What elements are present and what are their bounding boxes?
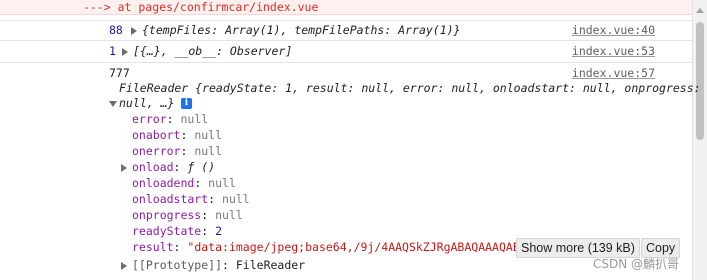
property-value: "data:image/jpeg;base64,/9j/4AAQSkZJRgAB… <box>187 240 517 254</box>
log-entry: 1 [{…}, __ob__: Observer] index.vue:53 <box>0 43 693 59</box>
property-row-result: result: "data:image/jpeg;base64,/9j/4AAQ… <box>132 239 517 255</box>
log-message: 777 <box>109 66 130 80</box>
property-row: onabort: null <box>132 128 223 142</box>
source-link[interactable]: index.vue:57 <box>572 65 655 81</box>
property-row-onload[interactable]: onload: ƒ () <box>121 159 215 175</box>
property-value: null <box>222 192 250 206</box>
log-entry: 88 {tempFiles: Array(1), tempFilePaths: … <box>0 22 693 38</box>
property-key: result <box>132 240 174 254</box>
expand-triangle-icon[interactable] <box>121 261 127 270</box>
watermark: CSDN @麟扒哥 <box>593 257 680 271</box>
expand-triangle-icon[interactable] <box>122 47 128 56</box>
property-key: onerror <box>132 144 181 158</box>
property-key: readyState <box>132 224 202 238</box>
property-value: null <box>180 112 209 126</box>
filereader-summary-line1: FileReader {readyState: 1, result: null,… <box>119 81 701 95</box>
property-value: null <box>194 128 223 142</box>
property-row: onprogress: null <box>132 208 243 222</box>
property-row: onloadend: null <box>132 176 236 190</box>
property-value: null <box>215 208 243 222</box>
source-link[interactable]: index.vue:53 <box>572 43 655 59</box>
property-row: onerror: null <box>132 144 223 158</box>
log-divider <box>0 20 693 21</box>
prototype-row[interactable]: [[Prototype]]: FileReader <box>121 257 305 273</box>
property-key: onload <box>132 160 174 174</box>
property-value: ƒ () <box>187 160 216 174</box>
property-row: readyState: 2 <box>132 224 223 238</box>
repeat-count: 88 <box>109 23 123 37</box>
log-entry: 777 index.vue:57 <box>0 65 693 81</box>
prototype-key: [[Prototype]] <box>132 258 223 272</box>
log-divider <box>0 40 693 41</box>
property-key: onprogress <box>132 208 202 222</box>
array-summary: [{…}, __ob__: Observer] <box>133 44 293 58</box>
object-summary: {tempFiles: Array(1), tempFilePaths: Arr… <box>142 23 461 37</box>
array-preview[interactable]: [{…}, __ob__: Observer] <box>122 43 292 59</box>
property-value: null <box>208 176 236 190</box>
expand-triangle-icon[interactable] <box>121 163 127 172</box>
expand-triangle-icon[interactable] <box>131 26 137 35</box>
property-key: onabort <box>132 128 181 142</box>
property-value: 2 <box>215 224 223 238</box>
property-row: onloadstart: null <box>132 192 250 206</box>
scroll-up-icon[interactable] <box>696 8 704 13</box>
prototype-value: FileReader <box>235 258 306 272</box>
log-divider <box>0 62 693 63</box>
source-link[interactable]: index.vue:40 <box>572 22 655 38</box>
scrollbar[interactable] <box>692 0 707 280</box>
info-icon[interactable]: i <box>181 98 192 109</box>
error-banner: ---> at pages/confirmcar/index.vue <box>0 0 707 15</box>
filereader-summary-line2: null, …} <box>119 96 175 110</box>
repeat-count: 1 <box>109 44 116 58</box>
error-banner-text: ---> at pages/confirmcar/index.vue <box>83 0 319 14</box>
property-key: error <box>132 112 167 126</box>
property-value: null <box>194 144 223 158</box>
object-preview[interactable]: {tempFiles: Array(1), tempFilePaths: Arr… <box>131 22 461 38</box>
property-key: onloadstart <box>132 192 209 206</box>
property-row: error: null <box>132 112 209 126</box>
property-key: onloadend <box>132 176 195 190</box>
collapse-triangle-icon[interactable] <box>109 100 117 107</box>
